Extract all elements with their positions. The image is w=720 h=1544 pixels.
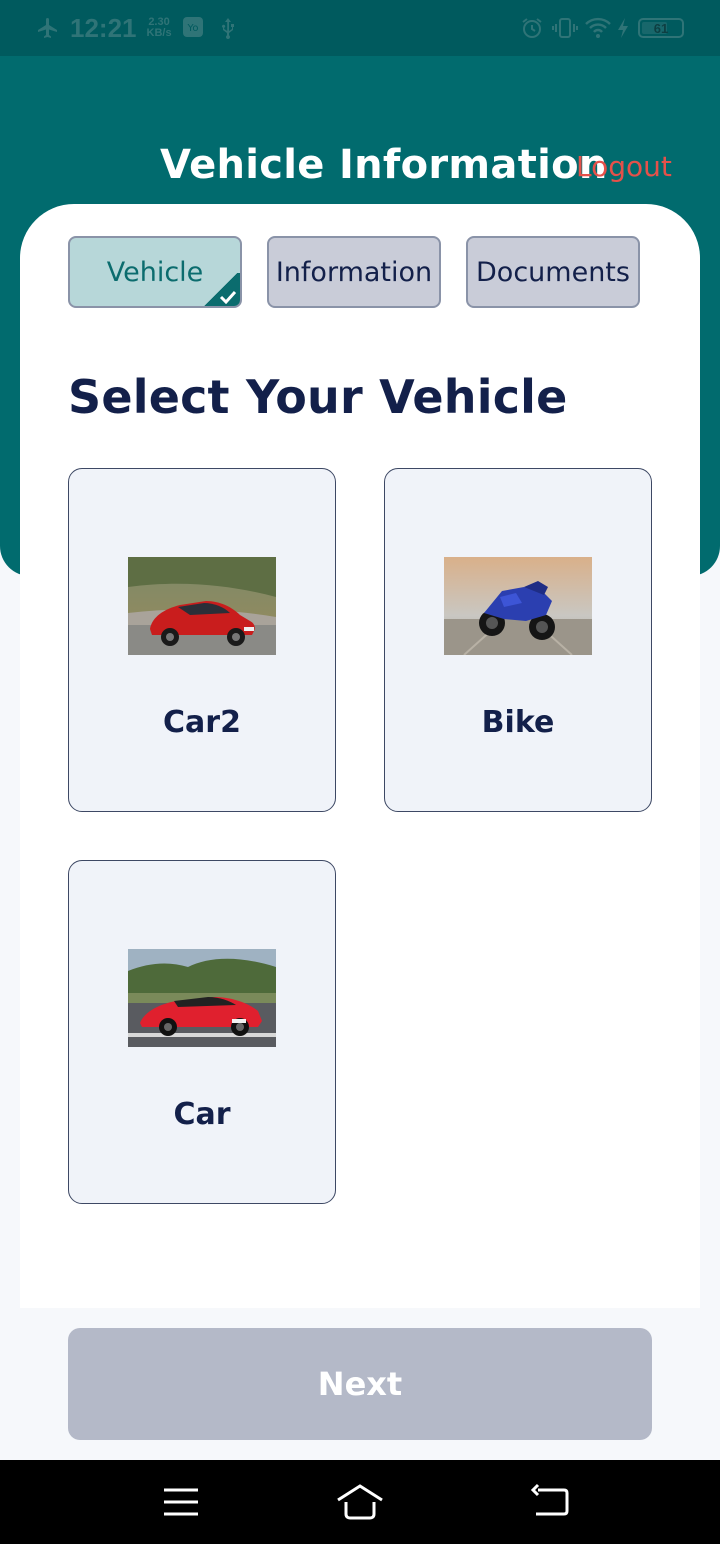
- back-icon[interactable]: [526, 1482, 576, 1522]
- vehicle-name: Car: [173, 1097, 231, 1132]
- status-bar: 12:21 2.30 KB/s Yo 61: [0, 0, 720, 56]
- vehicle-option-car[interactable]: Car: [68, 860, 336, 1204]
- vehicle-option-car2[interactable]: Car2: [68, 468, 336, 812]
- charging-icon: [616, 16, 630, 40]
- system-nav-bar: [0, 1460, 720, 1544]
- battery-level: 61: [653, 20, 669, 36]
- tab-vehicle[interactable]: Vehicle: [68, 236, 242, 308]
- tab-information[interactable]: Information: [267, 236, 441, 308]
- car-image: [128, 949, 276, 1047]
- page-title: Vehicle Information: [160, 142, 608, 188]
- vibrate-icon: [552, 16, 578, 40]
- svg-text:Yo: Yo: [186, 23, 198, 34]
- usb-icon: [216, 16, 240, 40]
- tab-vehicle-label: Vehicle: [106, 256, 204, 288]
- home-icon[interactable]: [335, 1482, 385, 1522]
- tab-information-label: Information: [275, 256, 433, 288]
- network-speed: 2.30 KB/s: [147, 17, 172, 39]
- menu-icon[interactable]: [156, 1482, 206, 1522]
- logout-button[interactable]: Logout: [576, 150, 672, 183]
- next-button[interactable]: Next: [68, 1328, 652, 1440]
- car2-image: [128, 557, 276, 655]
- vehicle-name: Car2: [163, 705, 241, 740]
- alarm-icon: [520, 16, 544, 40]
- vehicle-name: Bike: [481, 705, 555, 740]
- bike-image: [444, 557, 592, 655]
- section-title: Select Your Vehicle: [68, 370, 568, 424]
- tab-documents-label: Documents: [476, 256, 630, 288]
- status-time: 12:21: [70, 12, 137, 43]
- vehicle-selection-card: Vehicle Information Documents Select You…: [20, 204, 700, 1308]
- battery-icon: 61: [638, 18, 684, 38]
- tab-documents[interactable]: Documents: [466, 236, 640, 308]
- airplane-icon: [36, 16, 60, 40]
- completed-check-icon: [199, 273, 240, 306]
- network-speed-unit: KB/s: [146, 27, 172, 39]
- vehicle-option-bike[interactable]: Bike: [384, 468, 652, 812]
- app-notification-icon: Yo: [182, 16, 206, 40]
- wifi-icon: [584, 16, 611, 40]
